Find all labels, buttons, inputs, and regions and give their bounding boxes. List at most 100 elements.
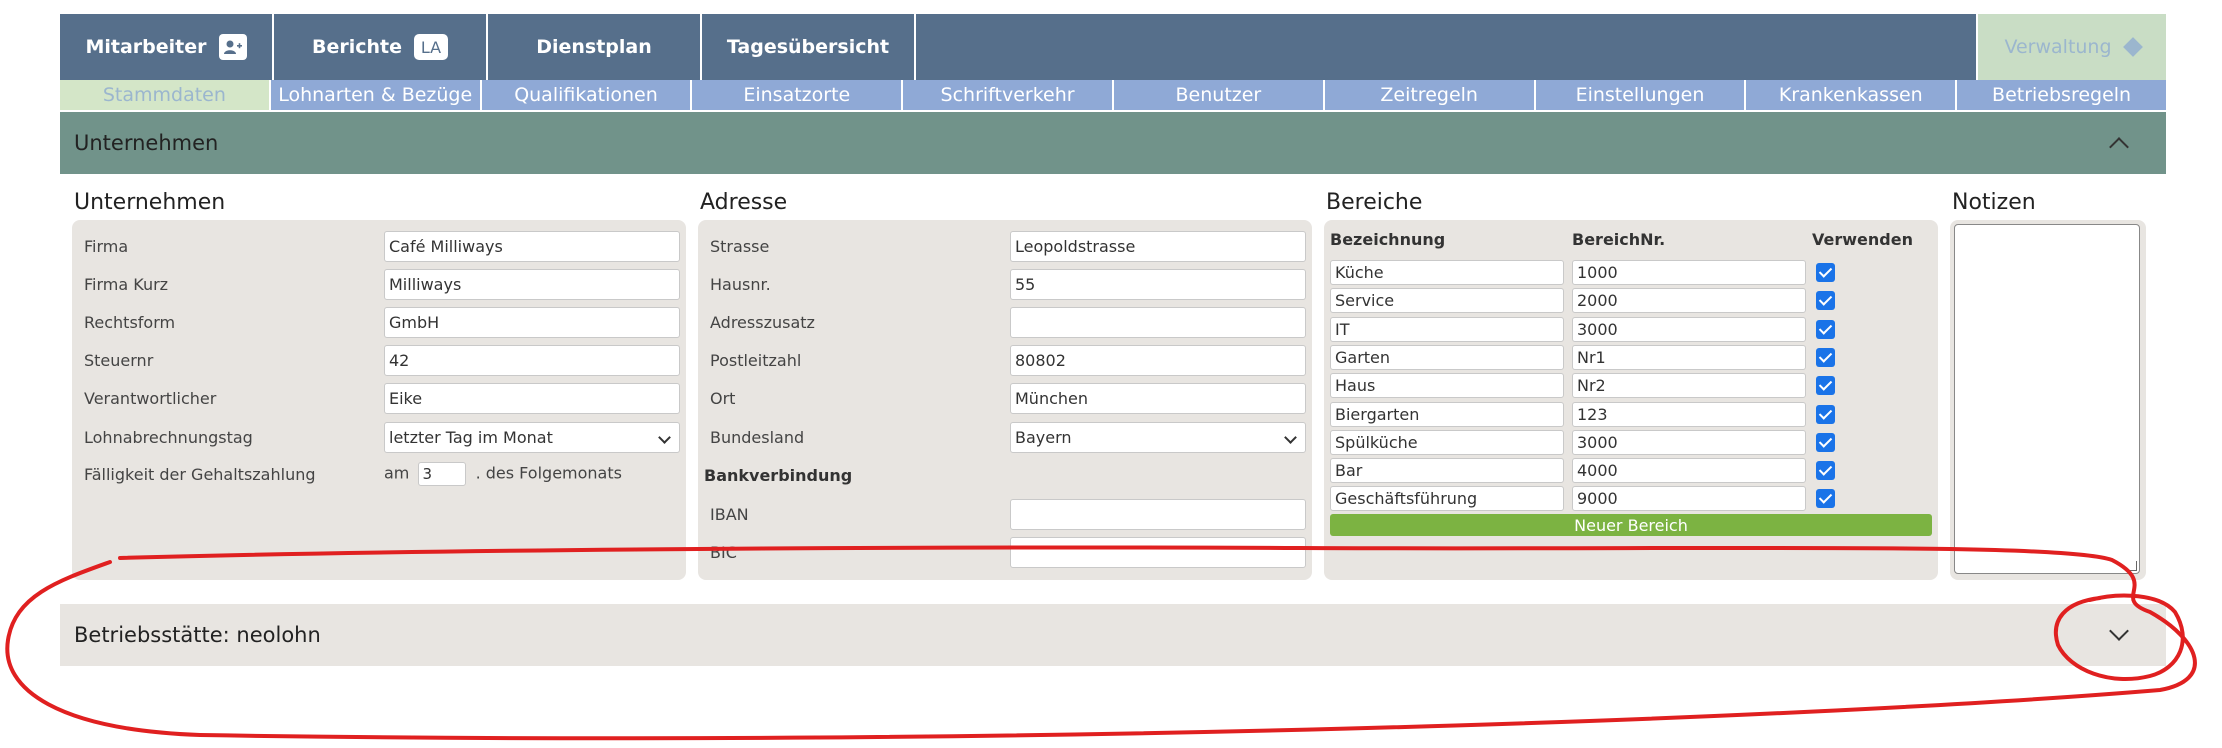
tab-tagesuebersicht[interactable]: Tagesübersicht [702, 14, 916, 80]
address-hausnr-row: Hausnr. 55 [710, 268, 1306, 300]
area-nr-input[interactable]: 3000 [1572, 429, 1806, 455]
subtab-krankenkassen[interactable]: Krankenkassen [1746, 80, 1958, 110]
area-use-checkbox[interactable] [1816, 347, 1835, 367]
company-heading: Unternehmen [74, 190, 226, 215]
sub-nav: Stammdaten Lohnarten & Bezüge Qualifikat… [60, 80, 2166, 110]
new-area-button[interactable]: Neuer Bereich [1330, 514, 1932, 536]
chevron-down-icon[interactable] [2109, 621, 2129, 641]
iban-input[interactable] [1010, 498, 1306, 530]
address-plz-row: Postleitzahl 80802 [710, 344, 1306, 376]
area-use-checkbox[interactable] [1816, 432, 1835, 452]
area-name-input[interactable]: Biergarten [1330, 401, 1564, 427]
address-strasse-row: Strasse Leopoldstrasse [710, 230, 1306, 262]
due-prefix: am [384, 463, 410, 483]
address-bic-row: BIC [710, 536, 1306, 568]
tab-mitarbeiter[interactable]: Mitarbeiter [60, 14, 274, 80]
address-ort-row: Ort München [710, 382, 1306, 414]
due-wrapper: am 3 . des Folgemonats [384, 462, 622, 486]
notes-panel [1950, 220, 2146, 580]
field-label: Strasse [710, 236, 770, 256]
lohnabrechnungstag-select[interactable]: letzter Tag im Monat [384, 421, 680, 453]
areas-header-name: Bezeichnung [1330, 230, 1446, 249]
notes-heading: Notizen [1952, 190, 2036, 215]
field-label: Bundesland [710, 427, 805, 447]
diamond-icon [2122, 37, 2143, 57]
firma-input[interactable]: Café Milliways [384, 230, 680, 262]
areas-heading: Bereiche [1326, 190, 1423, 215]
subtab-lohnarten[interactable]: Lohnarten & Bezüge [271, 80, 482, 110]
bic-input[interactable] [1010, 536, 1306, 568]
section-header-unternehmen[interactable]: Unternehmen [60, 112, 2166, 174]
ort-input[interactable]: München [1010, 382, 1306, 414]
company-faelligkeit-row: Fälligkeit der Gehaltszahlung am 3 . des… [84, 458, 680, 490]
firma-kurz-input[interactable]: Milliways [384, 268, 680, 300]
address-adresszusatz-row: Adresszusatz [710, 306, 1306, 338]
tab-label: Dienstplan [536, 36, 652, 58]
area-nr-input[interactable]: 1000 [1572, 260, 1806, 285]
areas-header-use: Verwenden [1812, 230, 1913, 249]
company-verantwortlicher-row: Verantwortlicher Eike [84, 382, 680, 414]
rechtsform-input[interactable]: GmbH [384, 306, 680, 338]
area-nr-input[interactable]: 4000 [1572, 458, 1806, 484]
company-rechtsform-row: Rechtsform GmbH [84, 306, 680, 338]
area-name-input[interactable]: Haus [1330, 373, 1564, 399]
area-nr-input[interactable]: 123 [1572, 401, 1806, 427]
subtab-zeitregeln[interactable]: Zeitregeln [1325, 80, 1536, 110]
area-use-checkbox[interactable] [1816, 291, 1835, 311]
adresszusatz-input[interactable] [1010, 306, 1306, 338]
area-name-input[interactable]: Garten [1330, 344, 1564, 370]
field-label: IBAN [710, 504, 749, 524]
area-name-input[interactable]: Bar [1330, 458, 1564, 484]
area-use-checkbox[interactable] [1816, 404, 1835, 424]
tab-label: Tagesübersicht [726, 36, 890, 58]
area-nr-input[interactable]: Nr1 [1572, 344, 1806, 370]
area-name-input[interactable]: Spülküche [1330, 429, 1564, 455]
subtab-einstellungen[interactable]: Einstellungen [1536, 80, 1747, 110]
resize-grip-icon[interactable] [2127, 561, 2137, 571]
area-name-input[interactable]: Service [1330, 288, 1564, 314]
field-label: Firma [84, 236, 129, 256]
due-suffix: . des Folgemonats [475, 463, 622, 483]
subtab-benutzer[interactable]: Benutzer [1114, 80, 1325, 110]
notes-textarea[interactable] [1954, 224, 2140, 574]
subtab-qualifikationen[interactable]: Qualifikationen [482, 80, 693, 110]
area-name-input[interactable]: Küche [1330, 260, 1564, 285]
area-nr-input[interactable]: 9000 [1572, 486, 1806, 512]
company-steuernr-row: Steuernr 42 [84, 344, 680, 376]
subtab-schriftverkehr[interactable]: Schriftverkehr [903, 80, 1114, 110]
bundesland-select[interactable]: Bayern [1010, 421, 1306, 453]
field-label: Firma Kurz [84, 274, 169, 294]
verantwortlicher-input[interactable]: Eike [384, 382, 680, 414]
tab-dienstplan[interactable]: Dienstplan [488, 14, 702, 80]
chevron-up-icon[interactable] [2109, 137, 2129, 157]
field-label: BIC [710, 542, 737, 562]
steuernr-input[interactable]: 42 [384, 344, 680, 376]
field-label: Postleitzahl [710, 350, 802, 370]
hausnr-input[interactable]: 55 [1010, 268, 1306, 300]
area-nr-input[interactable]: Nr2 [1572, 373, 1806, 399]
main-nav: Mitarbeiter Berichte LA Dienstplan Tages… [60, 14, 2166, 80]
strasse-input[interactable]: Leopoldstrasse [1010, 230, 1306, 262]
due-day-input[interactable]: 3 [418, 462, 467, 486]
area-use-checkbox[interactable] [1816, 263, 1835, 282]
area-use-checkbox[interactable] [1816, 489, 1835, 509]
tab-berichte[interactable]: Berichte LA [274, 14, 488, 80]
area-use-checkbox[interactable] [1816, 461, 1835, 481]
section-header-betriebsstaette[interactable]: Betriebsstätte: neolohn [60, 604, 2166, 666]
subtab-einsatzorte[interactable]: Einsatzorte [692, 80, 904, 110]
bank-heading: Bankverbindung [704, 466, 853, 485]
subtab-betriebsregeln[interactable]: Betriebsregeln [1957, 80, 2166, 110]
area-nr-input[interactable]: 2000 [1572, 288, 1806, 314]
subtab-stammdaten[interactable]: Stammdaten [60, 80, 271, 110]
area-use-checkbox[interactable] [1816, 376, 1835, 396]
la-badge: LA [414, 34, 448, 60]
address-bundesland-row: Bundesland Bayern [710, 421, 1306, 453]
area-nr-input[interactable]: 3000 [1572, 316, 1806, 342]
postleitzahl-input[interactable]: 80802 [1010, 344, 1306, 376]
tab-verwaltung[interactable]: Verwaltung [1976, 14, 2166, 80]
area-use-checkbox[interactable] [1816, 319, 1835, 339]
area-name-input[interactable]: IT [1330, 316, 1564, 342]
area-name-input[interactable]: Geschäftsführung [1330, 486, 1564, 512]
person-add-icon [218, 34, 247, 60]
